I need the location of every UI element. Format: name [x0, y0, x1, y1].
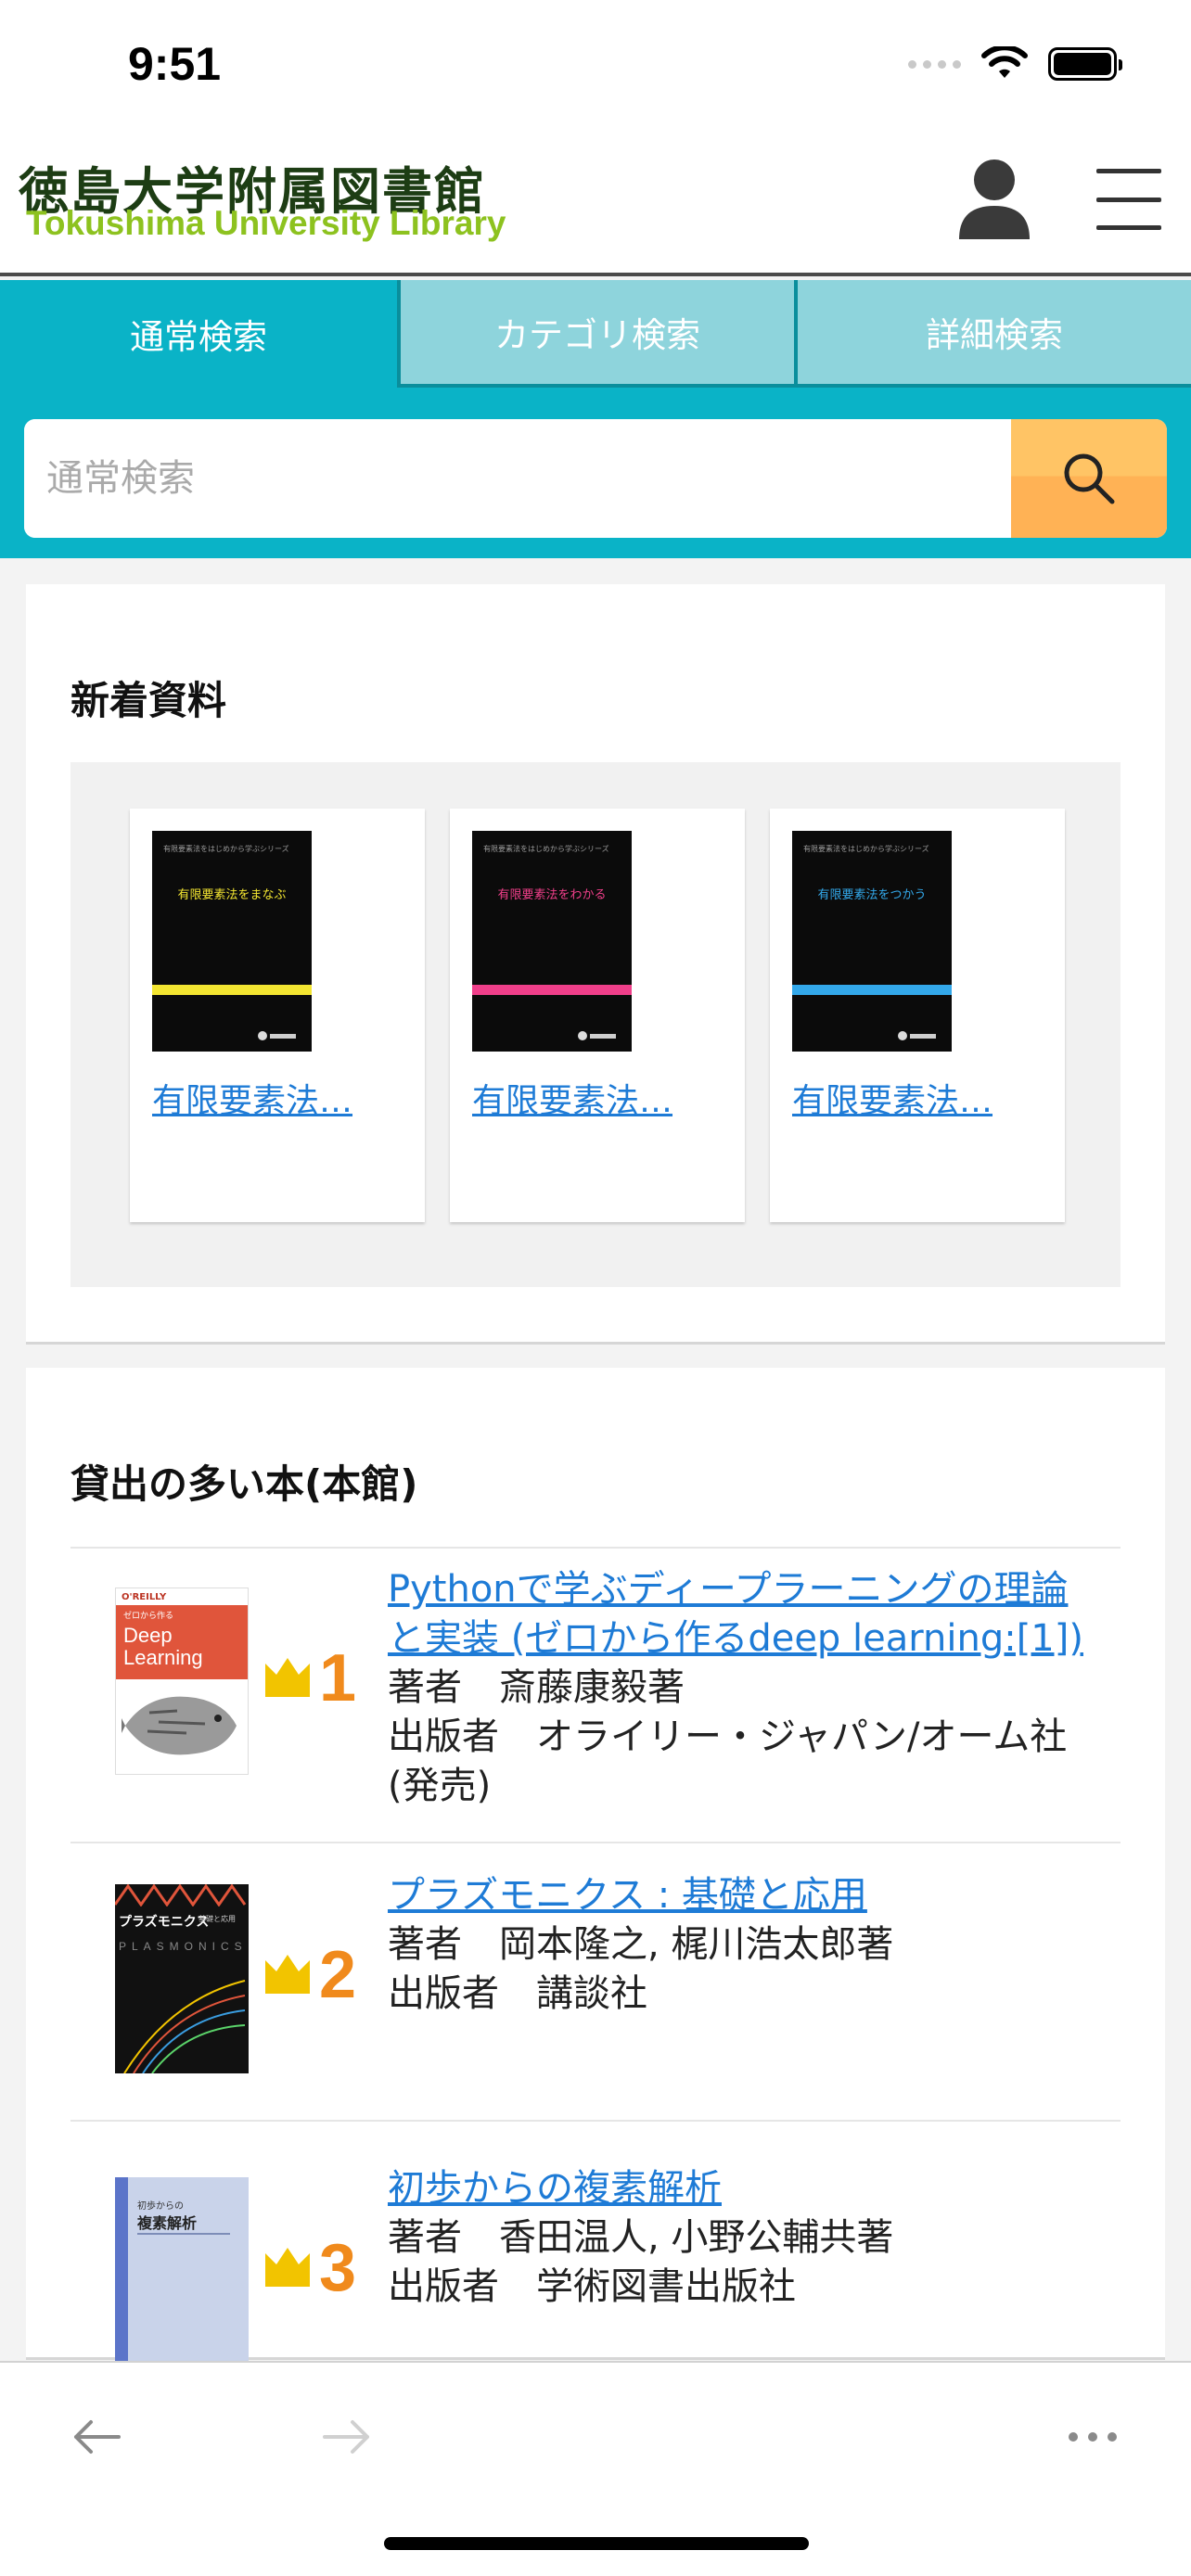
cover-series: 有限要素法をはじめから学ぶシリーズ	[483, 845, 609, 853]
wifi-icon	[981, 46, 1028, 78]
rank-number: 2	[319, 1938, 357, 2012]
search-box	[24, 419, 1167, 538]
logo-english[interactable]: Tokushima University Library	[26, 204, 506, 243]
tab-advanced-search[interactable]: 詳細検索	[794, 280, 1191, 388]
publisher-logo	[578, 1029, 619, 1042]
crown-icon	[265, 2248, 310, 2287]
book-cover[interactable]: 有限要素法をはじめから学ぶシリーズ 有限要素法をまなぶ	[152, 831, 312, 1052]
search-area: 通常検索 カテゴリ検索 詳細検索	[0, 280, 1191, 558]
book-publisher: 出版者 講談社	[388, 1972, 647, 2015]
book-cover[interactable]: 有限要素法をはじめから学ぶシリーズ 有限要素法をつかう	[792, 831, 952, 1052]
book-author: 著者 岡本隆之, 梶川浩太郎著	[388, 1923, 894, 1966]
cover-title: 有限要素法をまなぶ	[177, 888, 287, 902]
hamburger-menu-icon[interactable]	[1096, 169, 1161, 230]
publisher-logo	[898, 1029, 939, 1042]
status-bar: 9:51	[0, 0, 1191, 130]
cover-text: 初歩からの	[137, 2201, 184, 2212]
cover-text: PLASMONICS	[119, 1940, 248, 1953]
new-book-card[interactable]: 有限要素法をはじめから学ぶシリーズ 有限要素法をわかる 有限要素法…	[450, 809, 745, 1222]
book-title-link[interactable]: 有限要素法…	[472, 1074, 672, 1122]
cover-stripe	[792, 985, 952, 995]
home-indicator[interactable]	[384, 2537, 809, 2550]
book-title-link[interactable]: 初歩からの複素解析	[388, 2164, 1102, 2213]
signal-icon	[908, 59, 961, 69]
new-arrivals-section: 新着資料 有限要素法をはじめから学ぶシリーズ 有限要素法をまなぶ 有限要素法… …	[26, 584, 1165, 1345]
ranking-info: プラズモニクス : 基礎と応用 著者 岡本隆之, 梶川浩太郎著 出版者 講談社	[388, 1871, 1102, 2019]
book-author: 著者 斎藤康毅著	[388, 1666, 685, 1709]
rank-number: 3	[319, 2231, 357, 2305]
book-cover[interactable]: 初歩からの 複素解析	[115, 2177, 249, 2362]
book-author: 著者 香田温人, 小野公輔共著	[388, 2216, 894, 2259]
ranking-info: 初歩からの複素解析 著者 香田温人, 小野公輔共著 出版者 学術図書出版社	[388, 2164, 1102, 2312]
cover-text: ゼロから作る	[123, 1612, 174, 1621]
book-title-link[interactable]: Pythonで学ぶディープラーニングの理論と実装 (ゼロから作るdeep lea…	[388, 1565, 1102, 1664]
rank-number: 1	[319, 1641, 357, 1715]
ranking-item: プラズモニクス 基礎と応用 PLASMONICS 2 プラズモニクス : 基礎と…	[70, 1842, 1121, 2120]
crown-icon	[265, 1955, 310, 1994]
tab-category-search[interactable]: カテゴリ検索	[397, 280, 794, 388]
tab-normal-search[interactable]: 通常検索	[0, 280, 397, 388]
new-book-card[interactable]: 有限要素法をはじめから学ぶシリーズ 有限要素法をまなぶ 有限要素法…	[130, 809, 425, 1222]
cover-title: 有限要素法をわかる	[497, 888, 607, 902]
book-title-link[interactable]: 有限要素法…	[152, 1074, 352, 1122]
search-icon	[1064, 453, 1115, 504]
cover-spine	[115, 2177, 128, 2362]
search-button[interactable]	[1011, 419, 1167, 538]
back-arrow-icon[interactable]	[69, 2409, 124, 2465]
crown-icon	[265, 1658, 310, 1697]
ranking-item: O'REILLY ゼロから作る Deep Learning 1 Pythonで学…	[70, 1547, 1121, 1842]
book-cover[interactable]: O'REILLY ゼロから作る Deep Learning	[115, 1588, 249, 1775]
search-tabs: 通常検索 カテゴリ検索 詳細検索	[0, 280, 1191, 389]
header: 徳島大学附属図書館 Tokushima University Library	[0, 130, 1191, 276]
cover-title: 有限要素法をつかう	[817, 888, 927, 902]
cover-stripe	[152, 985, 312, 995]
cover-series: 有限要素法をはじめから学ぶシリーズ	[803, 845, 929, 853]
cover-text: Learning	[123, 1646, 203, 1669]
section-title: 貸出の多い本(本館)	[70, 1461, 418, 1507]
user-icon[interactable]	[955, 158, 1033, 241]
cover-text: 複素解析	[137, 2214, 198, 2232]
search-input[interactable]	[24, 419, 1011, 538]
book-publisher: 出版者 オライリー・ジャパン/オーム社 (発売)	[388, 1715, 1068, 1807]
cover-stripe	[472, 985, 632, 995]
battery-icon	[1048, 47, 1122, 81]
book-publisher: 出版者 学術図書出版社	[388, 2265, 796, 2308]
more-icon[interactable]	[1065, 2409, 1121, 2465]
book-title-link[interactable]: 有限要素法…	[792, 1074, 992, 1122]
cover-text: Deep	[123, 1624, 173, 1647]
popular-books-section: 貸出の多い本(本館) O'REILLY ゼロから作る Deep Learning…	[26, 1368, 1165, 2362]
new-arrivals-grid: 有限要素法をはじめから学ぶシリーズ 有限要素法をまなぶ 有限要素法… 有限要素法…	[70, 762, 1121, 1287]
cover-pattern	[115, 1884, 247, 1906]
book-title-link[interactable]: プラズモニクス : 基礎と応用	[388, 1871, 1102, 1920]
book-cover[interactable]: プラズモニクス 基礎と応用 PLASMONICS	[115, 1884, 249, 2073]
section-title: 新着資料	[70, 678, 227, 723]
cover-series: 有限要素法をはじめから学ぶシリーズ	[163, 845, 289, 853]
cover-art	[123, 1980, 246, 2073]
new-book-card[interactable]: 有限要素法をはじめから学ぶシリーズ 有限要素法をつかう 有限要素法…	[770, 809, 1065, 1222]
fish-illustration	[122, 1696, 237, 1755]
book-cover[interactable]: 有限要素法をはじめから学ぶシリーズ 有限要素法をわかる	[472, 831, 632, 1052]
publisher-logo	[258, 1029, 299, 1042]
ranking-item: 初歩からの 複素解析 3 初歩からの複素解析 著者 香田温人, 小野公輔共著 出…	[70, 2120, 1121, 2362]
cover-text: プラズモニクス	[119, 1915, 210, 1930]
ranking-info: Pythonで学ぶディープラーニングの理論と実装 (ゼロから作るdeep lea…	[388, 1565, 1102, 1811]
status-icons	[908, 46, 1122, 82]
status-time: 9:51	[128, 38, 222, 90]
cover-text: O'REILLY	[122, 1592, 167, 1602]
cover-band: ゼロから作る Deep Learning	[116, 1605, 248, 1679]
cover-rule	[137, 2233, 230, 2235]
cover-text: 基礎と応用	[198, 1915, 236, 1923]
forward-arrow-icon[interactable]	[319, 2409, 375, 2465]
